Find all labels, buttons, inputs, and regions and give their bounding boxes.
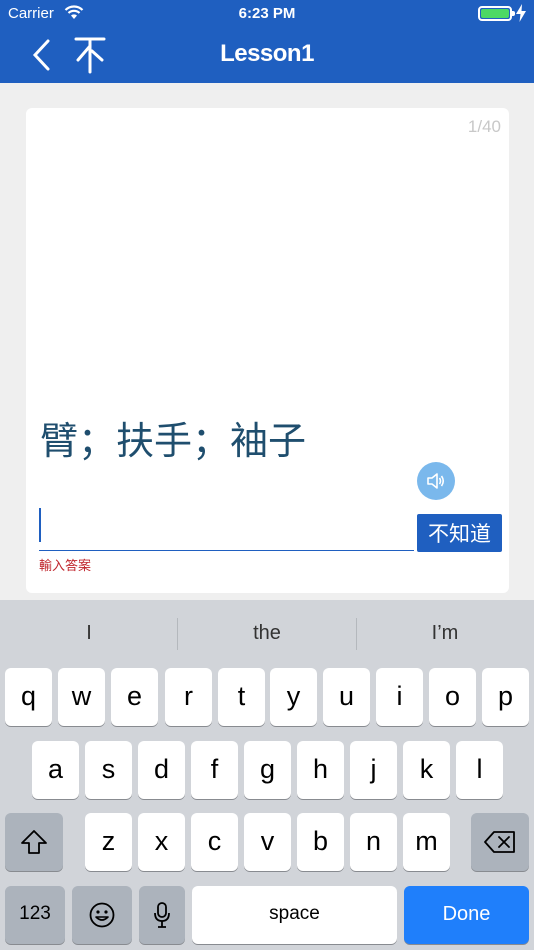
key-s[interactable]: s [85, 741, 132, 799]
key-o[interactable]: o [429, 668, 476, 726]
key-f[interactable]: f [191, 741, 238, 799]
key-m[interactable]: m [403, 813, 450, 871]
key-y[interactable]: y [270, 668, 317, 726]
charging-icon [516, 4, 526, 22]
done-key[interactable]: Done [404, 886, 529, 944]
speaker-icon [427, 473, 445, 489]
backspace-key[interactable] [471, 813, 529, 871]
space-key[interactable]: space [192, 886, 397, 944]
dont-know-button[interactable]: 不知道 [417, 514, 502, 552]
question-prompt: 臂；扶手；袖子 [40, 419, 307, 463]
top-bar: Carrier 6:23 PM Lesson1 [0, 0, 534, 83]
shift-icon [21, 830, 47, 854]
suggestion-2[interactable]: the [178, 622, 356, 645]
key-l[interactable]: l [456, 741, 503, 799]
key-w[interactable]: w [58, 668, 105, 726]
page-title: Lesson1 [220, 40, 314, 67]
speaker-button[interactable] [417, 462, 455, 500]
key-v[interactable]: v [244, 813, 291, 871]
key-g[interactable]: g [244, 741, 291, 799]
keyboard: I the I’m q w e r t y u i o p a s d f g … [0, 600, 534, 950]
microphone-icon [154, 902, 170, 928]
key-z[interactable]: z [85, 813, 132, 871]
key-t[interactable]: t [218, 668, 265, 726]
key-a[interactable]: a [32, 741, 79, 799]
key-i[interactable]: i [376, 668, 423, 726]
answer-hint: 輸入答案 [39, 559, 92, 574]
key-u[interactable]: u [323, 668, 370, 726]
quiz-card: 1/40 臂；扶手；袖子 不知道 輸入答案 [26, 108, 509, 593]
key-e[interactable]: e [111, 668, 158, 726]
key-p[interactable]: p [482, 668, 529, 726]
key-h[interactable]: h [297, 741, 344, 799]
shift-key[interactable] [5, 813, 63, 871]
backspace-icon [484, 831, 515, 853]
key-j[interactable]: j [350, 741, 397, 799]
key-n[interactable]: n [350, 813, 397, 871]
key-b[interactable]: b [297, 813, 344, 871]
key-k[interactable]: k [403, 741, 450, 799]
question-counter: 1/40 [467, 117, 501, 136]
suggestion-3[interactable]: I’m [356, 622, 534, 645]
suggestion-1[interactable]: I [0, 622, 178, 645]
key-d[interactable]: d [138, 741, 185, 799]
key-c[interactable]: c [191, 813, 238, 871]
numbers-key[interactable]: 123 [5, 886, 65, 944]
battery-icon [478, 6, 515, 21]
text-cursor [39, 508, 41, 542]
key-x[interactable]: x [138, 813, 185, 871]
navigation-bar: Lesson1 [0, 28, 534, 83]
emoji-key[interactable] [72, 886, 132, 944]
status-bar: Carrier 6:23 PM [0, 0, 534, 28]
key-q[interactable]: q [5, 668, 52, 726]
answer-input[interactable] [39, 506, 414, 551]
emoji-icon [89, 902, 115, 928]
dictation-key[interactable] [139, 886, 185, 944]
suggestion-bar: I the I’m [0, 600, 534, 668]
key-r[interactable]: r [165, 668, 212, 726]
status-time: 6:23 PM [238, 5, 296, 22]
